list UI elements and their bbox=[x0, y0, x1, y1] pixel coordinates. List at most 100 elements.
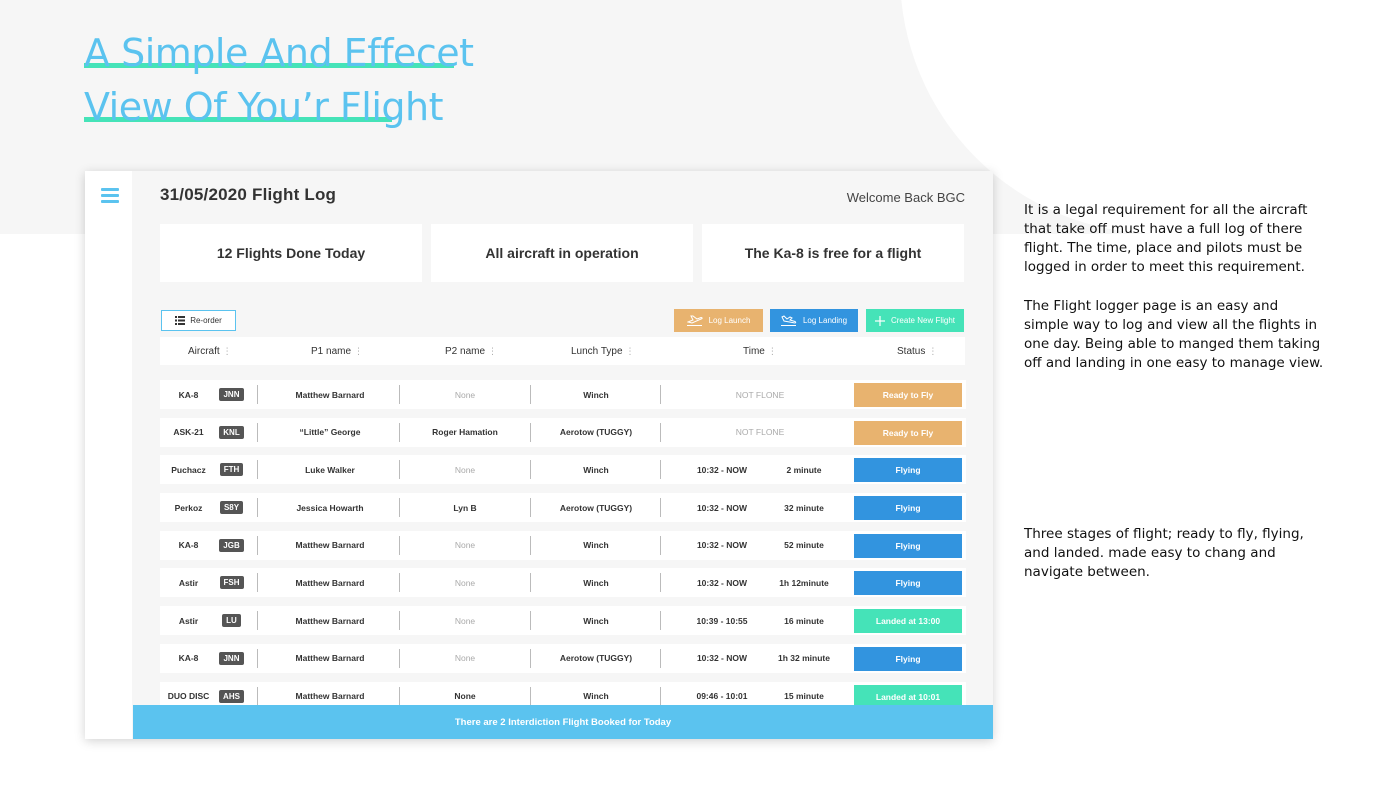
page-title: 31/05/2020 Flight Log bbox=[160, 185, 337, 204]
p2-name-cell: None bbox=[454, 464, 476, 475]
p2-name-cell: None bbox=[454, 389, 476, 400]
time-cell: NOT FLONE bbox=[735, 427, 785, 438]
divider bbox=[660, 535, 661, 555]
divider bbox=[660, 460, 661, 480]
status-button[interactable]: Flying bbox=[854, 533, 962, 558]
p2-name-cell: Roger Hamation bbox=[432, 427, 498, 438]
plane-landing-icon bbox=[780, 315, 797, 326]
duration-cell: 16 minute bbox=[784, 615, 824, 626]
column-header-p1[interactable]: P1 name ⋮ bbox=[311, 346, 363, 357]
registration-badge: S8Y bbox=[216, 493, 247, 522]
divider bbox=[660, 686, 661, 706]
duration-cell: 52 minute bbox=[784, 540, 824, 551]
table-row[interactable]: KA-8 JNN Matthew Barnard None Aerotow (TUGGY… bbox=[160, 643, 966, 673]
duration-cell: 1h 32 minute bbox=[778, 653, 830, 664]
aircraft-cell: KA-8 bbox=[178, 540, 199, 551]
p2-name-cell: None bbox=[454, 615, 476, 626]
flight-table-body: KA-8 JNN Matthew Barnard None Winch NOT FLONE… bbox=[160, 380, 966, 719]
list-icon bbox=[175, 316, 186, 325]
time-cell: 10:32 - NOW bbox=[696, 540, 748, 551]
status-button[interactable]: Ready to Fly bbox=[854, 420, 962, 445]
sidebar bbox=[85, 171, 132, 739]
divider bbox=[660, 611, 661, 631]
status-button[interactable]: Flying bbox=[854, 458, 962, 483]
log-landing-label: Log Landing bbox=[802, 316, 848, 325]
aircraft-cell: Puchacz bbox=[171, 464, 206, 475]
aircraft-cell: KA-8 bbox=[178, 389, 199, 400]
table-row[interactable]: KA-8 JGB Matthew Barnard None Winch 10:32 - N… bbox=[160, 530, 966, 560]
duration-cell: 1h 12minute bbox=[779, 577, 829, 588]
flight-log-app: 31/05/2020 Flight Log Welcome Back BGC 1… bbox=[85, 171, 993, 739]
divider bbox=[257, 686, 258, 706]
log-launch-label: Log Launch bbox=[708, 316, 751, 325]
p1-name-cell: “Little” George bbox=[299, 427, 361, 438]
divider bbox=[660, 573, 661, 593]
headline-text-2: View Of You’r Flight bbox=[84, 85, 443, 129]
time-cell: 10:32 - NOW bbox=[696, 653, 748, 664]
p1-name-cell: Matthew Barnard bbox=[295, 540, 365, 551]
p1-name-cell: Matthew Barnard bbox=[295, 577, 365, 588]
p2-name-cell: None bbox=[454, 577, 476, 588]
registration-badge: FTH bbox=[216, 455, 247, 484]
divider bbox=[257, 611, 258, 631]
divider bbox=[257, 422, 258, 442]
reorder-button[interactable]: Re-order bbox=[161, 310, 236, 331]
table-row[interactable]: KA-8 JNN Matthew Barnard None Winch NOT FLONE… bbox=[160, 380, 966, 409]
headline-line-2: View Of You’r Flight bbox=[84, 80, 474, 134]
create-new-flight-button[interactable]: Create New Flight bbox=[866, 309, 964, 332]
column-header-status[interactable]: Status ⋮ bbox=[897, 346, 937, 357]
p1-name-cell: Luke Walker bbox=[305, 464, 355, 475]
hamburger-menu-icon[interactable] bbox=[101, 188, 119, 204]
status-button[interactable]: Flying bbox=[854, 646, 962, 671]
plane-takeoff-icon bbox=[686, 315, 703, 326]
welcome-text: Welcome Back BGC bbox=[846, 190, 965, 205]
headline-text-1: A Simple And Effecet bbox=[84, 31, 474, 75]
headline-line-1: A Simple And Effecet bbox=[84, 26, 474, 80]
column-header-p2[interactable]: P2 name ⋮ bbox=[445, 346, 497, 357]
description-paragraph: Three stages of flight; ready to fly, fl… bbox=[1024, 526, 1304, 580]
divider bbox=[257, 498, 258, 518]
description-paragraph: The Flight logger page is an easy and si… bbox=[1024, 298, 1324, 371]
divider bbox=[257, 648, 258, 668]
p2-name-cell: Lyn B bbox=[453, 502, 477, 513]
log-launch-button[interactable]: Log Launch bbox=[674, 309, 763, 332]
status-button[interactable]: Ready to Fly bbox=[854, 383, 962, 407]
table-row[interactable]: ASK-21 KNL “Little” George Roger Hamation Ae… bbox=[160, 417, 966, 447]
column-header-time[interactable]: Time ⋮ bbox=[743, 346, 777, 357]
plus-icon bbox=[874, 315, 885, 326]
aircraft-cell: Perkoz bbox=[174, 502, 203, 513]
divider bbox=[257, 573, 258, 593]
aircraft-cell: Astir bbox=[178, 615, 199, 626]
column-header-aircraft[interactable]: Aircraft ⋮ bbox=[188, 346, 232, 357]
time-cell: 10:32 - NOW bbox=[696, 577, 748, 588]
p2-name-cell: None bbox=[454, 653, 476, 664]
status-button[interactable]: Landed at 13:00 bbox=[854, 609, 962, 634]
launch-type-cell: Winch bbox=[583, 577, 609, 588]
status-button[interactable]: Flying bbox=[854, 496, 962, 521]
table-row[interactable]: Perkoz S8Y Jessica Howarth Lyn B Aerotow (TU… bbox=[160, 493, 966, 523]
table-row[interactable]: Astir LU Matthew Barnard None Winch 10:39 - 1… bbox=[160, 606, 966, 636]
aircraft-cell: Astir bbox=[178, 577, 199, 588]
duration-cell: 32 minute bbox=[784, 502, 824, 513]
table-header: Aircraft ⋮ P1 name ⋮ P2 name ⋮ Lunch Type ⋮ … bbox=[160, 337, 965, 365]
registration-badge: JGB bbox=[216, 531, 247, 560]
p1-name-cell: Matthew Barnard bbox=[295, 615, 365, 626]
status-button[interactable]: Flying bbox=[854, 571, 962, 596]
column-header-launch-type[interactable]: Lunch Type ⋮ bbox=[571, 346, 635, 357]
aircraft-cell: ASK-21 bbox=[173, 427, 204, 438]
registration-badge: JNN bbox=[216, 380, 247, 409]
time-cell: 10:32 - NOW bbox=[696, 464, 748, 475]
registration-badge: JNN bbox=[216, 644, 247, 673]
divider bbox=[257, 535, 258, 555]
p1-name-cell: Jessica Howarth bbox=[296, 502, 364, 513]
launch-type-cell: Winch bbox=[583, 540, 609, 551]
stat-card-free: The Ka-8 is free for a flight bbox=[702, 224, 964, 282]
launch-type-cell: Winch bbox=[583, 615, 609, 626]
launch-type-cell: Winch bbox=[583, 389, 609, 400]
table-row[interactable]: Astir FSH Matthew Barnard None Winch 10:32 - … bbox=[160, 568, 966, 598]
divider bbox=[660, 648, 661, 668]
time-cell: 10:39 - 10:55 bbox=[696, 615, 748, 626]
log-landing-button[interactable]: Log Landing bbox=[770, 309, 858, 332]
time-cell: 10:32 - NOW bbox=[696, 502, 748, 513]
table-row[interactable]: Puchacz FTH Luke Walker None Winch 10:32 - NO… bbox=[160, 455, 966, 485]
